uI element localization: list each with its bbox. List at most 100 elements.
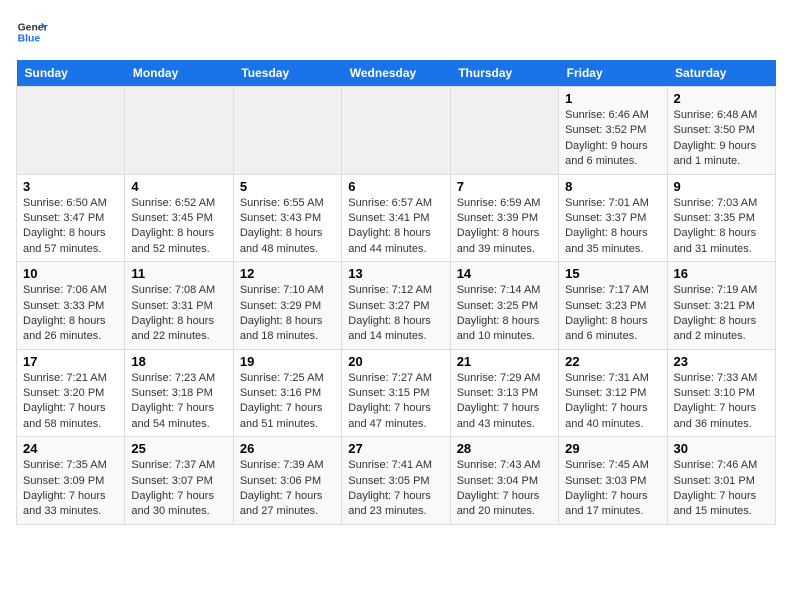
day-number: 8	[565, 179, 660, 194]
day-info: Sunrise: 6:59 AM Sunset: 3:39 PM Dayligh…	[457, 196, 552, 258]
day-info: Sunrise: 6:52 AM Sunset: 3:45 PM Dayligh…	[131, 196, 226, 258]
day-info: Sunrise: 7:43 AM Sunset: 3:04 PM Dayligh…	[457, 458, 552, 520]
day-number: 11	[131, 266, 226, 281]
day-number: 29	[565, 441, 660, 456]
day-info: Sunrise: 7:25 AM Sunset: 3:16 PM Dayligh…	[240, 371, 335, 433]
day-number: 22	[565, 354, 660, 369]
calendar-cell	[17, 87, 125, 175]
weekday-header: Saturday	[667, 60, 775, 87]
calendar-cell: 7 Sunrise: 6:59 AM Sunset: 3:39 PM Daylig…	[450, 174, 558, 262]
svg-text:General: General	[18, 22, 48, 33]
calendar-week-row: 3 Sunrise: 6:50 AM Sunset: 3:47 PM Daylig…	[17, 174, 776, 262]
calendar-cell: 10 Sunrise: 7:06 AM Sunset: 3:33 PM Dayli…	[17, 262, 125, 350]
weekday-header: Monday	[125, 60, 233, 87]
calendar-cell: 16 Sunrise: 7:19 AM Sunset: 3:21 PM Dayli…	[667, 262, 775, 350]
calendar-cell: 5 Sunrise: 6:55 AM Sunset: 3:43 PM Daylig…	[233, 174, 341, 262]
calendar-cell: 21 Sunrise: 7:29 AM Sunset: 3:13 PM Dayli…	[450, 349, 558, 437]
day-number: 16	[674, 266, 769, 281]
day-info: Sunrise: 7:21 AM Sunset: 3:20 PM Dayligh…	[23, 371, 118, 433]
day-info: Sunrise: 6:48 AM Sunset: 3:50 PM Dayligh…	[674, 108, 769, 170]
calendar-cell: 28 Sunrise: 7:43 AM Sunset: 3:04 PM Dayli…	[450, 437, 558, 525]
calendar-cell: 25 Sunrise: 7:37 AM Sunset: 3:07 PM Dayli…	[125, 437, 233, 525]
svg-text:Blue: Blue	[18, 34, 41, 45]
calendar-cell: 12Sunrise: 7:10 AM Sunset: 3:29 PM Dayli…	[233, 262, 341, 350]
day-info: Sunrise: 7:45 AM Sunset: 3:03 PM Dayligh…	[565, 458, 660, 520]
day-number: 9	[674, 179, 769, 194]
calendar-cell: 14 Sunrise: 7:14 AM Sunset: 3:25 PM Dayli…	[450, 262, 558, 350]
day-number: 14	[457, 266, 552, 281]
logo-icon: General Blue	[16, 16, 48, 48]
day-number: 6	[348, 179, 443, 194]
day-info: Sunrise: 7:27 AM Sunset: 3:15 PM Dayligh…	[348, 371, 443, 433]
day-info: Sunrise: 7:29 AM Sunset: 3:13 PM Dayligh…	[457, 371, 552, 433]
day-number: 1	[565, 91, 660, 106]
day-info: Sunrise: 7:39 AM Sunset: 3:06 PM Dayligh…	[240, 458, 335, 520]
calendar-cell: 24 Sunrise: 7:35 AM Sunset: 3:09 PM Dayli…	[17, 437, 125, 525]
calendar-cell: 29 Sunrise: 7:45 AM Sunset: 3:03 PM Dayli…	[559, 437, 667, 525]
calendar-week-row: 1 Sunrise: 6:46 AM Sunset: 3:52 PM Daylig…	[17, 87, 776, 175]
day-info: Sunrise: 7:41 AM Sunset: 3:05 PM Dayligh…	[348, 458, 443, 520]
calendar-cell: 13 Sunrise: 7:12 AM Sunset: 3:27 PM Dayli…	[342, 262, 450, 350]
day-number: 30	[674, 441, 769, 456]
day-number: 5	[240, 179, 335, 194]
day-number: 2	[674, 91, 769, 106]
calendar-cell: 23 Sunrise: 7:33 AM Sunset: 3:10 PM Dayli…	[667, 349, 775, 437]
calendar-cell: 9 Sunrise: 7:03 AM Sunset: 3:35 PM Daylig…	[667, 174, 775, 262]
calendar-cell: 15Sunrise: 7:17 AM Sunset: 3:23 PM Dayli…	[559, 262, 667, 350]
calendar-cell	[125, 87, 233, 175]
day-info: Sunrise: 7:14 AM Sunset: 3:25 PM Dayligh…	[457, 283, 552, 345]
calendar-week-row: 24 Sunrise: 7:35 AM Sunset: 3:09 PM Dayli…	[17, 437, 776, 525]
calendar-cell: 27 Sunrise: 7:41 AM Sunset: 3:05 PM Dayli…	[342, 437, 450, 525]
calendar-cell	[342, 87, 450, 175]
logo: General Blue	[16, 16, 52, 48]
calendar-week-row: 17 Sunrise: 7:21 AM Sunset: 3:20 PM Dayli…	[17, 349, 776, 437]
day-number: 23	[674, 354, 769, 369]
calendar-cell: 1 Sunrise: 6:46 AM Sunset: 3:52 PM Daylig…	[559, 87, 667, 175]
day-info: Sunrise: 7:19 AM Sunset: 3:21 PM Dayligh…	[674, 283, 769, 345]
day-info: Sunrise: 7:31 AM Sunset: 3:12 PM Dayligh…	[565, 371, 660, 433]
calendar-cell: 3 Sunrise: 6:50 AM Sunset: 3:47 PM Daylig…	[17, 174, 125, 262]
day-number: 21	[457, 354, 552, 369]
calendar-cell: 30 Sunrise: 7:46 AM Sunset: 3:01 PM Dayli…	[667, 437, 775, 525]
day-number: 12	[240, 266, 335, 281]
day-number: 26	[240, 441, 335, 456]
day-number: 18	[131, 354, 226, 369]
day-info: Sunrise: 7:01 AM Sunset: 3:37 PM Dayligh…	[565, 196, 660, 258]
day-info: Sunrise: 6:50 AM Sunset: 3:47 PM Dayligh…	[23, 196, 118, 258]
weekday-header: Wednesday	[342, 60, 450, 87]
day-info: Sunrise: 7:23 AM Sunset: 3:18 PM Dayligh…	[131, 371, 226, 433]
day-number: 17	[23, 354, 118, 369]
day-info: Sunrise: 7:08 AM Sunset: 3:31 PM Dayligh…	[131, 283, 226, 345]
calendar-cell	[233, 87, 341, 175]
day-info: Sunrise: 6:57 AM Sunset: 3:41 PM Dayligh…	[348, 196, 443, 258]
day-number: 13	[348, 266, 443, 281]
weekday-header-row: SundayMondayTuesdayWednesdayThursdayFrid…	[17, 60, 776, 87]
day-number: 25	[131, 441, 226, 456]
day-number: 27	[348, 441, 443, 456]
calendar-cell: 11 Sunrise: 7:08 AM Sunset: 3:31 PM Dayli…	[125, 262, 233, 350]
calendar-cell: 17 Sunrise: 7:21 AM Sunset: 3:20 PM Dayli…	[17, 349, 125, 437]
day-number: 24	[23, 441, 118, 456]
weekday-header: Sunday	[17, 60, 125, 87]
calendar-cell	[450, 87, 558, 175]
calendar-cell: 26 Sunrise: 7:39 AM Sunset: 3:06 PM Dayli…	[233, 437, 341, 525]
day-number: 3	[23, 179, 118, 194]
day-info: Sunrise: 7:17 AM Sunset: 3:23 PM Dayligh…	[565, 283, 660, 345]
day-info: Sunrise: 6:46 AM Sunset: 3:52 PM Dayligh…	[565, 108, 660, 170]
day-info: Sunrise: 7:46 AM Sunset: 3:01 PM Dayligh…	[674, 458, 769, 520]
day-info: Sunrise: 7:06 AM Sunset: 3:33 PM Dayligh…	[23, 283, 118, 345]
day-info: Sunrise: 7:37 AM Sunset: 3:07 PM Dayligh…	[131, 458, 226, 520]
day-number: 10	[23, 266, 118, 281]
calendar-cell: 2 Sunrise: 6:48 AM Sunset: 3:50 PM Daylig…	[667, 87, 775, 175]
day-info: Sunrise: 6:55 AM Sunset: 3:43 PM Dayligh…	[240, 196, 335, 258]
weekday-header: Friday	[559, 60, 667, 87]
day-info: Sunrise: 7:35 AM Sunset: 3:09 PM Dayligh…	[23, 458, 118, 520]
calendar-cell: 19Sunrise: 7:25 AM Sunset: 3:16 PM Dayli…	[233, 349, 341, 437]
day-number: 28	[457, 441, 552, 456]
day-number: 7	[457, 179, 552, 194]
calendar-cell: 20Sunrise: 7:27 AM Sunset: 3:15 PM Dayli…	[342, 349, 450, 437]
day-info: Sunrise: 7:33 AM Sunset: 3:10 PM Dayligh…	[674, 371, 769, 433]
day-info: Sunrise: 7:03 AM Sunset: 3:35 PM Dayligh…	[674, 196, 769, 258]
calendar-cell: 6 Sunrise: 6:57 AM Sunset: 3:41 PM Daylig…	[342, 174, 450, 262]
day-info: Sunrise: 7:12 AM Sunset: 3:27 PM Dayligh…	[348, 283, 443, 345]
